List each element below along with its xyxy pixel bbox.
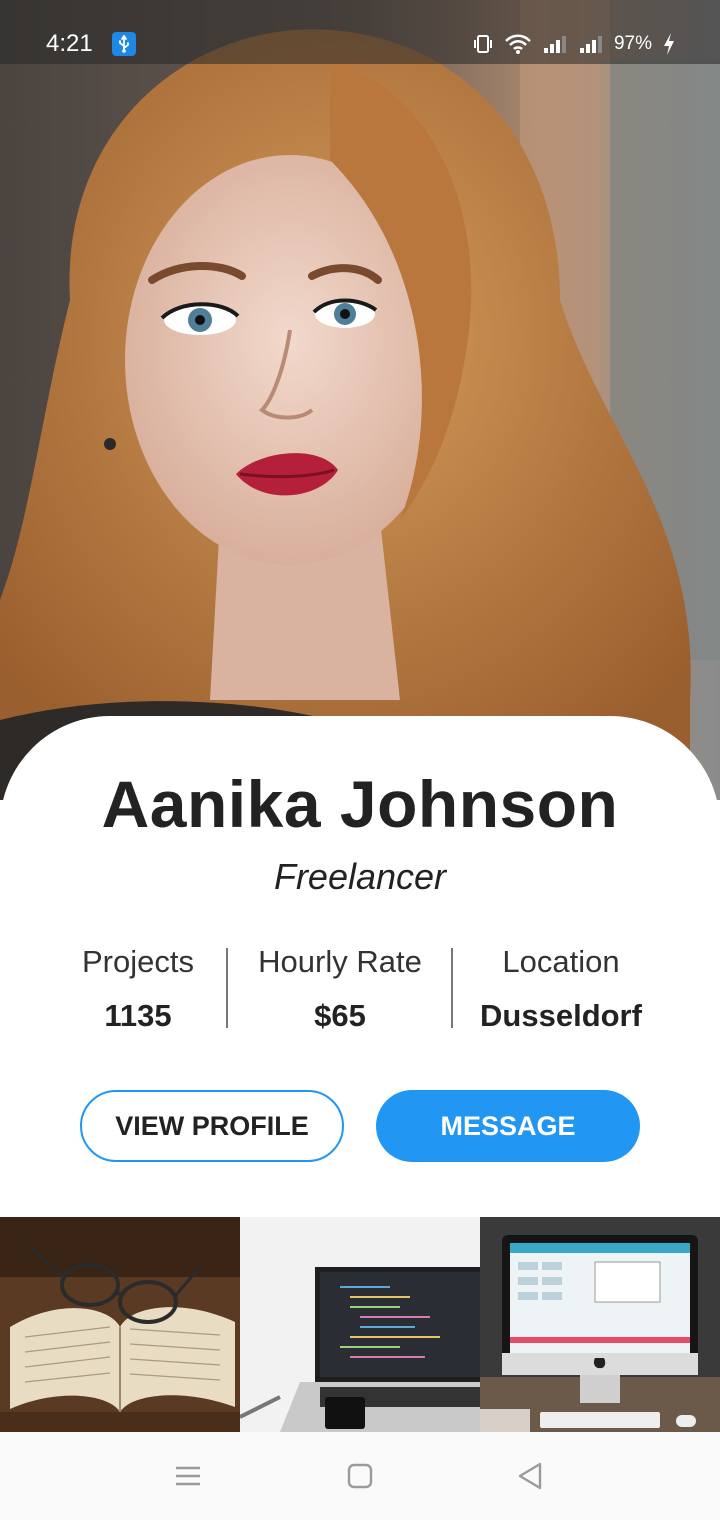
status-bar: 4:21 97% xyxy=(0,0,720,64)
message-button[interactable]: MESSAGE xyxy=(376,1090,640,1162)
usb-icon xyxy=(112,32,136,56)
stats-row: Projects 1135 Hourly Rate $65 Location D… xyxy=(0,944,720,1034)
profile-hero-photo xyxy=(0,0,720,800)
stat-value: Dusseldorf xyxy=(480,998,642,1033)
back-icon[interactable] xyxy=(514,1460,546,1492)
desktop-monitor-photo[interactable] xyxy=(480,1217,720,1432)
stat-projects: Projects 1135 xyxy=(48,944,228,1034)
stat-label: Location xyxy=(502,944,620,979)
home-icon[interactable] xyxy=(344,1460,376,1492)
battery-level: 97% xyxy=(613,33,652,54)
stat-label: Hourly Rate xyxy=(258,944,422,979)
stat-value: 1135 xyxy=(104,998,172,1033)
profile-name: Aanika Johnson xyxy=(101,767,619,841)
vibrate-icon xyxy=(473,35,492,53)
wifi-icon xyxy=(505,34,531,54)
system-nav-bar xyxy=(0,1432,720,1520)
stat-value: $65 xyxy=(314,998,366,1033)
menu-icon[interactable] xyxy=(172,1460,204,1492)
stat-location: Location Dusseldorf xyxy=(452,944,670,1034)
stat-label: Projects xyxy=(82,944,194,979)
book-with-glasses-photo[interactable] xyxy=(0,1217,240,1432)
signal-icon xyxy=(543,36,566,53)
charging-icon xyxy=(664,33,674,55)
gallery xyxy=(0,1217,720,1432)
signal-icon xyxy=(579,36,602,53)
stat-hourly-rate: Hourly Rate $65 xyxy=(228,944,452,1034)
status-time: 4:21 xyxy=(46,30,93,57)
view-profile-button[interactable]: VIEW PROFILE xyxy=(80,1090,344,1162)
profile-role: Freelancer xyxy=(273,856,447,897)
laptop-code-photo[interactable] xyxy=(240,1217,480,1432)
